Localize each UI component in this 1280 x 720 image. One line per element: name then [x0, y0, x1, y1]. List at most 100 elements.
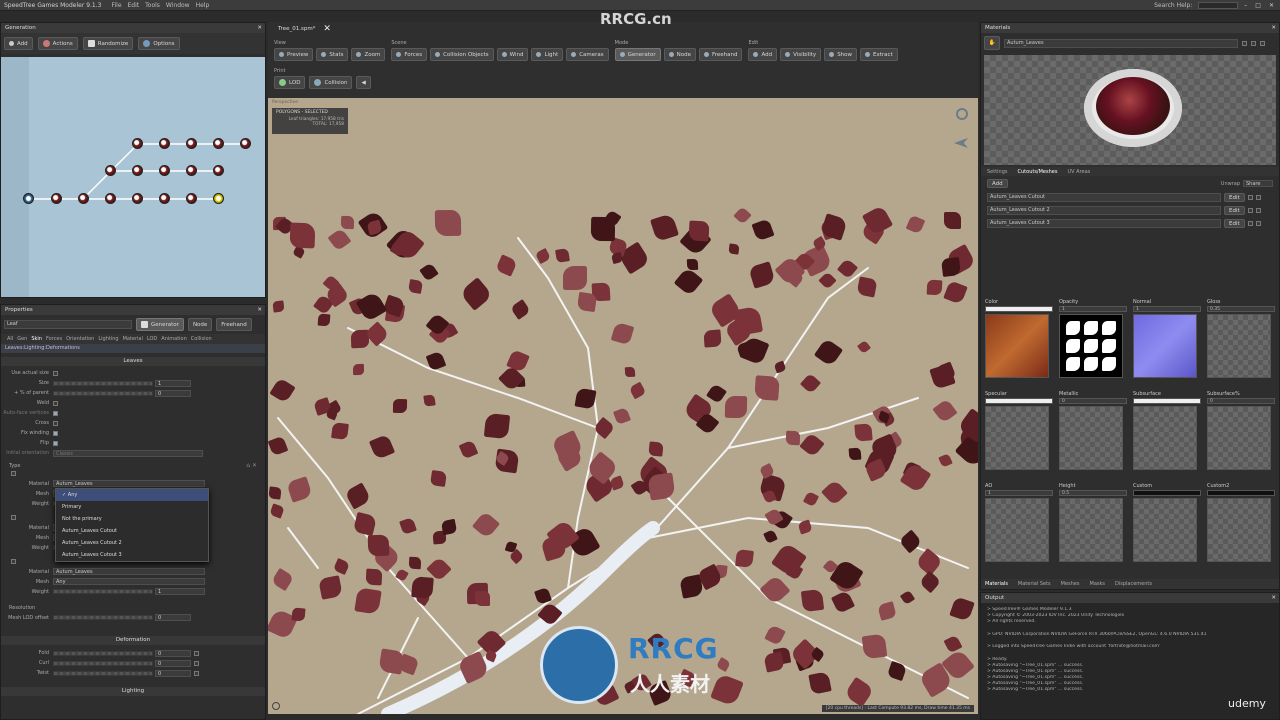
material-slot-specular[interactable]: Specular [985, 391, 1053, 470]
toolbar-cameras-button[interactable]: Cameras [566, 48, 609, 61]
toolbar-stats-button[interactable]: Stats [316, 48, 349, 61]
material-slot-custom[interactable]: Custom [1133, 483, 1201, 562]
graph-node[interactable] [105, 193, 116, 204]
type-material-select[interactable]: Autum_Leaves [53, 480, 205, 487]
dropdown-option[interactable]: Not the primary [56, 513, 208, 525]
material-preview[interactable] [984, 55, 1276, 165]
toolbar-wind-button[interactable]: Wind [496, 48, 529, 61]
slot-texture-thumbnail[interactable] [1133, 314, 1197, 378]
close-window-icon[interactable]: ✕ [1269, 2, 1274, 9]
material-add-icon[interactable] [1242, 40, 1247, 46]
cutout-select[interactable]: Autum_Leaves Cutout [987, 193, 1221, 202]
viewport-3d[interactable]: Perspective POLYGONS - SELECTED Leaf tri… [268, 98, 978, 714]
slot-value-field[interactable]: 0.5 [1059, 490, 1127, 496]
property-slider[interactable] [53, 390, 153, 396]
viewport-menu-icon[interactable] [272, 702, 280, 710]
slot-texture-thumbnail[interactable] [1207, 498, 1271, 562]
deformation-section-header[interactable]: Deformation [1, 636, 265, 645]
slot-value-field[interactable]: 0 [1059, 398, 1127, 404]
deform-value[interactable]: 0 [155, 649, 191, 657]
cutout-add-icon[interactable] [1247, 221, 1253, 226]
menu-help[interactable]: Help [196, 2, 210, 9]
slot-value-field[interactable] [985, 398, 1053, 404]
property-checkbox[interactable] [53, 410, 58, 416]
randomize-button[interactable]: Randomize [82, 37, 134, 50]
material-slot-color[interactable]: Color [985, 299, 1053, 378]
material-slot-ao[interactable]: AO 1 [985, 483, 1053, 562]
freehand-mode-button[interactable]: Freehand [216, 318, 252, 331]
property-checkbox[interactable] [53, 430, 58, 436]
graph-node[interactable] [186, 165, 197, 176]
slot-value-field[interactable]: 1 [1059, 306, 1127, 312]
mesh-lod-offset-slider[interactable] [53, 615, 153, 620]
tab-material-sets[interactable]: Material Sets [1018, 581, 1051, 587]
material-slot-gloss[interactable]: Gloss 0.35 [1207, 299, 1275, 378]
menu-edit[interactable]: Edit [128, 2, 140, 9]
material-duplicate-icon[interactable] [1251, 40, 1256, 46]
type-enable-checkbox[interactable] [11, 515, 16, 520]
graph-node[interactable] [186, 138, 197, 149]
cutout-delete-icon[interactable] [1255, 221, 1261, 226]
close-tab-icon[interactable]: ✕ [323, 24, 331, 34]
edit-cutout-button[interactable]: Edit [1224, 206, 1245, 215]
lod-button[interactable]: LOD [274, 76, 306, 89]
graph-node-root[interactable] [23, 193, 34, 204]
cutout-delete-icon[interactable] [1255, 195, 1261, 200]
toolbar-zoom-button[interactable]: Zoom [351, 48, 386, 61]
slot-texture-thumbnail[interactable] [985, 406, 1049, 470]
deform-slider[interactable] [53, 660, 153, 666]
add-cutout-button[interactable]: Add [987, 179, 1008, 188]
toolbar-freehand-button[interactable]: Freehand [698, 48, 743, 61]
actions-button[interactable]: Actions [37, 37, 78, 50]
slot-texture-thumbnail[interactable] [1059, 314, 1123, 378]
graph-node[interactable] [213, 165, 224, 176]
material-slot-height[interactable]: Height 0.5 [1059, 483, 1127, 562]
tab-animation[interactable]: Animation [161, 336, 187, 342]
panel-close-icon[interactable]: ✕ [1271, 23, 1276, 33]
material-slot-metallic[interactable]: Metallic 0 [1059, 391, 1127, 470]
slot-value-field[interactable]: 1 [1133, 306, 1201, 312]
tab-all[interactable]: All [7, 336, 13, 342]
graph-node[interactable] [78, 193, 89, 204]
edit-cutout-button[interactable]: Edit [1224, 219, 1245, 228]
material-slot-custom2[interactable]: Custom2 [1207, 483, 1275, 562]
cutout-add-icon[interactable] [1247, 195, 1253, 200]
type-enable-checkbox[interactable] [11, 559, 16, 564]
graph-node[interactable] [213, 138, 224, 149]
slot-texture-thumbnail[interactable] [1059, 406, 1123, 470]
material-select[interactable]: Autum_Leaves [1004, 38, 1238, 48]
deform-curve-icon[interactable] [194, 670, 199, 676]
dropdown-option[interactable]: ✓ Any [56, 489, 208, 501]
graph-node[interactable] [51, 193, 62, 204]
lighting-section-header[interactable]: Lighting [1, 687, 265, 696]
toolbar-light-button[interactable]: Light [531, 48, 564, 61]
type-weight-slider[interactable] [53, 589, 153, 594]
tab-collision[interactable]: Collision [191, 336, 212, 342]
property-select[interactable]: Classic [53, 449, 203, 457]
collision-button[interactable]: Collision [309, 76, 353, 89]
deform-curve-icon[interactable] [194, 650, 199, 656]
tab-orientation[interactable]: Orientation [66, 336, 94, 342]
options-button[interactable]: Options [138, 37, 180, 50]
mesh-lod-offset-value[interactable]: 0 [155, 614, 191, 621]
tab-masks[interactable]: Masks [1090, 581, 1105, 587]
slot-texture-thumbnail[interactable] [1207, 406, 1271, 470]
type-enable-checkbox[interactable] [11, 471, 16, 476]
minimize-icon[interactable]: – [1244, 2, 1247, 9]
slot-texture-thumbnail[interactable] [1133, 498, 1197, 562]
type-material-select[interactable]: Autum_Leaves [53, 568, 205, 575]
tab-lighting[interactable]: Lighting [98, 336, 118, 342]
toolbar-visibility-button[interactable]: Visibility [780, 48, 822, 61]
material-slot-subsurface-pct[interactable]: Subsurface% 0 [1207, 391, 1275, 470]
maximize-icon[interactable]: □ [1255, 2, 1261, 9]
tab-displacements[interactable]: Displacements [1115, 581, 1152, 587]
toolbar-collision-objects-button[interactable]: Collision Objects [430, 48, 494, 61]
property-value[interactable]: 0 [155, 389, 191, 397]
leaves-section-header[interactable]: Leaves [1, 357, 265, 366]
graph-node[interactable] [132, 193, 143, 204]
light-gizmo-icon[interactable] [956, 108, 968, 120]
slot-value-field[interactable] [1207, 490, 1275, 496]
dropdown-option[interactable]: Autum_Leaves Cutout 3 [56, 549, 208, 561]
graph-node[interactable] [186, 193, 197, 204]
back-arrow-button[interactable]: ◀ [356, 76, 371, 89]
